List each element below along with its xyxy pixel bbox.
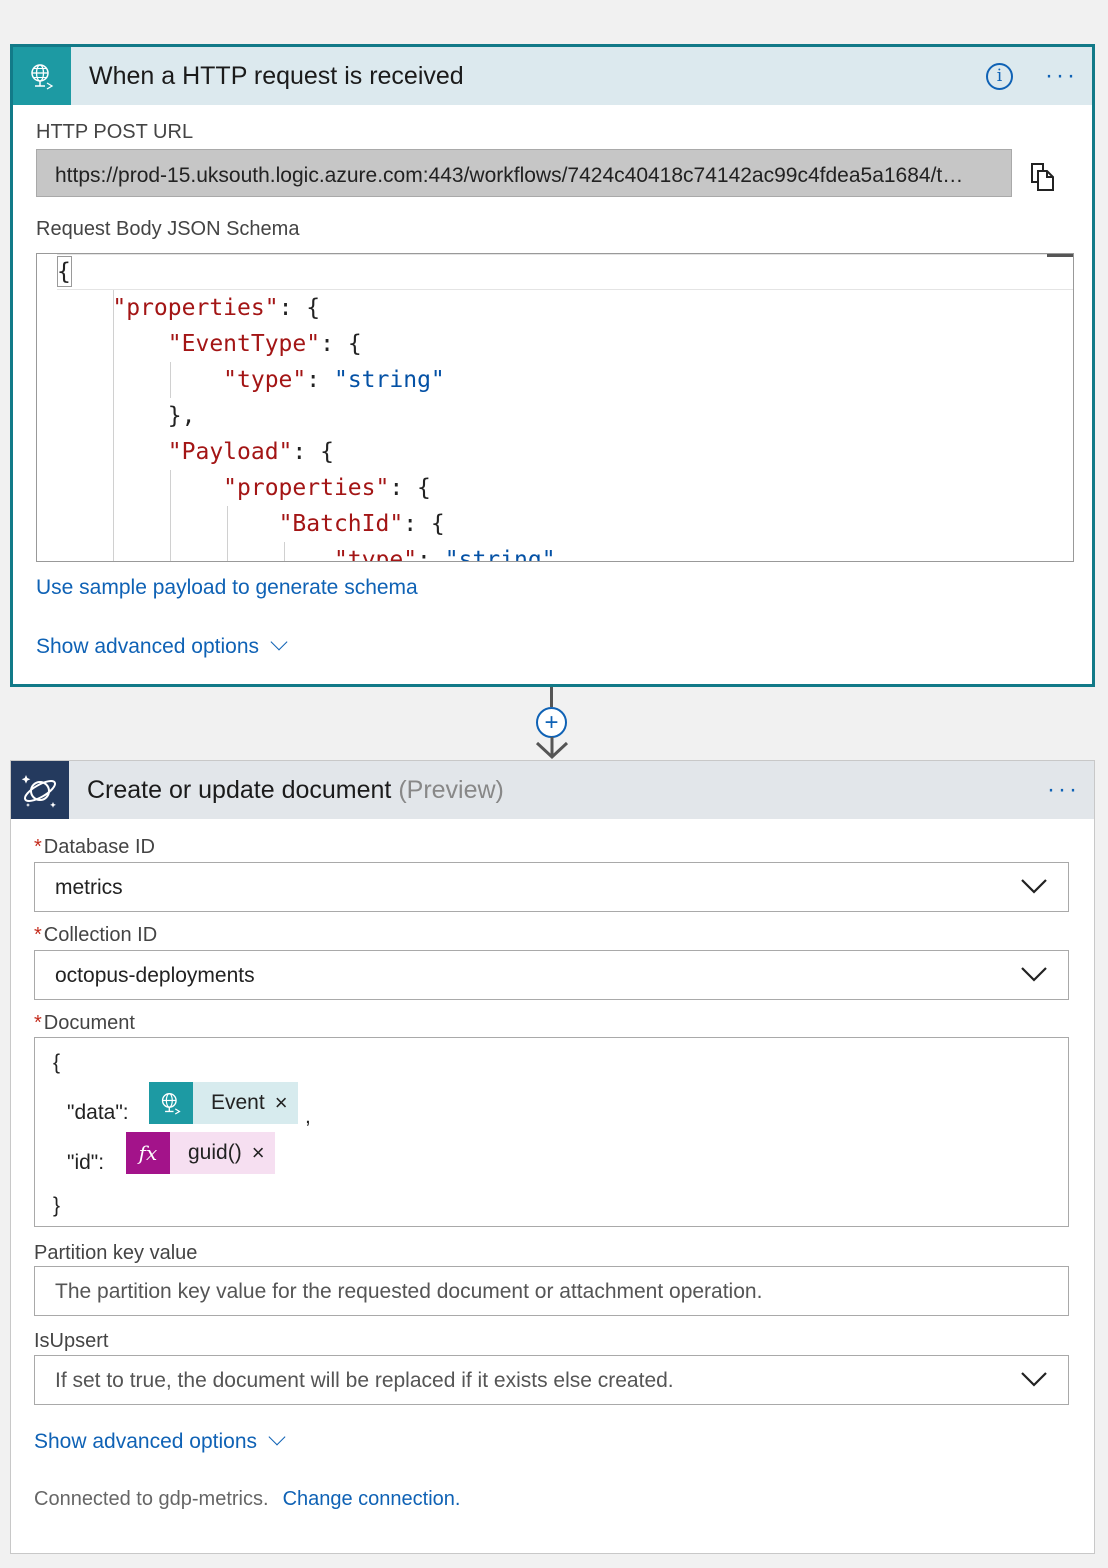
data-comma: ,: [305, 1105, 311, 1128]
action-title-text: Create or update document: [87, 775, 392, 804]
create-document-card: Create or update document (Preview) ··· …: [10, 760, 1095, 1554]
chevron-down-icon[interactable]: [1020, 965, 1048, 989]
collection-id-label: * Collection ID: [34, 924, 157, 947]
document-editor[interactable]: { "data": Event × , "id": fx guid() × }: [34, 1037, 1069, 1227]
isupsert-dropdown[interactable]: If set to true, the document will be rep…: [34, 1355, 1069, 1405]
isupsert-placeholder: If set to true, the document will be rep…: [55, 1369, 674, 1392]
preview-tag: (Preview): [398, 775, 504, 804]
collection-id-value: octopus-deployments: [55, 964, 255, 987]
partition-key-label: Partition key value: [34, 1242, 198, 1264]
action-card-header[interactable]: Create or update document (Preview) ···: [11, 761, 1094, 819]
data-key: "data":: [67, 1101, 129, 1124]
fx-icon: fx: [126, 1132, 170, 1174]
code-line: },: [57, 403, 196, 429]
collection-id-dropdown[interactable]: octopus-deployments: [34, 950, 1069, 1000]
chevron-down-icon[interactable]: [1020, 1370, 1048, 1394]
database-id-label-text: Database ID: [43, 836, 155, 858]
open-brace: {: [53, 1051, 61, 1074]
code-line: "type": "string": [223, 367, 445, 393]
show-advanced-options-label: Show advanced options: [36, 635, 259, 658]
show-advanced-options-link[interactable]: Show advanced options: [34, 1428, 286, 1454]
isupsert-label: IsUpsert: [34, 1330, 109, 1352]
partition-key-input[interactable]: The partition key value for the requeste…: [34, 1266, 1069, 1316]
code-line: "properties": {: [223, 475, 431, 501]
trigger-title: When a HTTP request is received: [89, 61, 464, 90]
code-line: "Payload": {: [167, 439, 334, 465]
collection-id-label-text: Collection ID: [43, 924, 158, 946]
http-post-url-label: HTTP POST URL: [36, 121, 194, 143]
code-line: "type": "string": [333, 547, 556, 562]
trigger-card-header[interactable]: When a HTTP request is received i ···: [13, 47, 1092, 105]
http-globe-icon: [149, 1082, 193, 1124]
http-trigger-card: When a HTTP request is received i ··· HT…: [10, 44, 1095, 687]
more-options-icon[interactable]: ···: [1047, 778, 1080, 802]
code-line: {: [57, 259, 71, 285]
more-options-icon[interactable]: ···: [1045, 64, 1078, 88]
action-title: Create or update document (Preview): [87, 776, 504, 805]
database-id-label: * Database ID: [34, 836, 155, 859]
use-sample-payload-link[interactable]: Use sample payload to generate schema: [36, 576, 418, 600]
remove-token-icon[interactable]: ×: [252, 1140, 265, 1166]
connection-info: Connected to gdp-metrics. Change connecti…: [34, 1488, 460, 1511]
schema-code: { "properties": { "EventType": { "type":…: [57, 254, 556, 562]
event-token-text: Event: [211, 1091, 265, 1114]
http-post-url-field[interactable]: https://prod-15.uksouth.logic.azure.com:…: [36, 149, 1012, 197]
guid-token-text: guid(): [188, 1141, 242, 1164]
cosmos-planet-icon: [11, 761, 69, 819]
database-id-dropdown[interactable]: metrics: [34, 862, 1069, 912]
code-line: "EventType": {: [167, 331, 362, 357]
event-token[interactable]: Event ×: [149, 1082, 298, 1124]
show-advanced-options-link[interactable]: Show advanced options: [36, 633, 288, 659]
change-connection-link[interactable]: Change connection.: [283, 1488, 461, 1510]
add-step-icon[interactable]: +: [536, 707, 567, 738]
required-marker: *: [34, 1012, 42, 1034]
remove-token-icon[interactable]: ×: [275, 1090, 288, 1116]
json-schema-editor[interactable]: { "properties": { "EventType": { "type":…: [36, 253, 1074, 562]
info-icon[interactable]: i: [986, 62, 1014, 90]
document-label-text: Document: [43, 1012, 135, 1034]
http-globe-icon: [13, 47, 71, 105]
document-label: * Document: [34, 1012, 135, 1035]
required-marker: *: [34, 836, 42, 858]
editor-scrollbar[interactable]: [1047, 254, 1073, 257]
copy-icon[interactable]: [1030, 162, 1056, 197]
chevron-down-icon: [270, 633, 288, 651]
event-token-label: Event ×: [193, 1082, 298, 1124]
guid-token-label: guid() ×: [170, 1132, 275, 1174]
code-line: "BatchId": {: [278, 511, 445, 537]
required-marker: *: [34, 924, 42, 946]
database-id-value: metrics: [55, 876, 123, 899]
chevron-down-icon: [268, 1428, 286, 1446]
code-line: "properties": {: [112, 295, 321, 321]
guid-token[interactable]: fx guid() ×: [126, 1132, 275, 1174]
close-brace: }: [53, 1194, 61, 1217]
show-advanced-options-label: Show advanced options: [34, 1430, 257, 1453]
chevron-down-icon[interactable]: [1020, 877, 1048, 901]
connected-to-text: Connected to gdp-metrics.: [34, 1488, 269, 1510]
schema-label: Request Body JSON Schema: [36, 218, 300, 240]
id-key: "id":: [67, 1151, 105, 1174]
step-connector: [550, 687, 553, 707]
